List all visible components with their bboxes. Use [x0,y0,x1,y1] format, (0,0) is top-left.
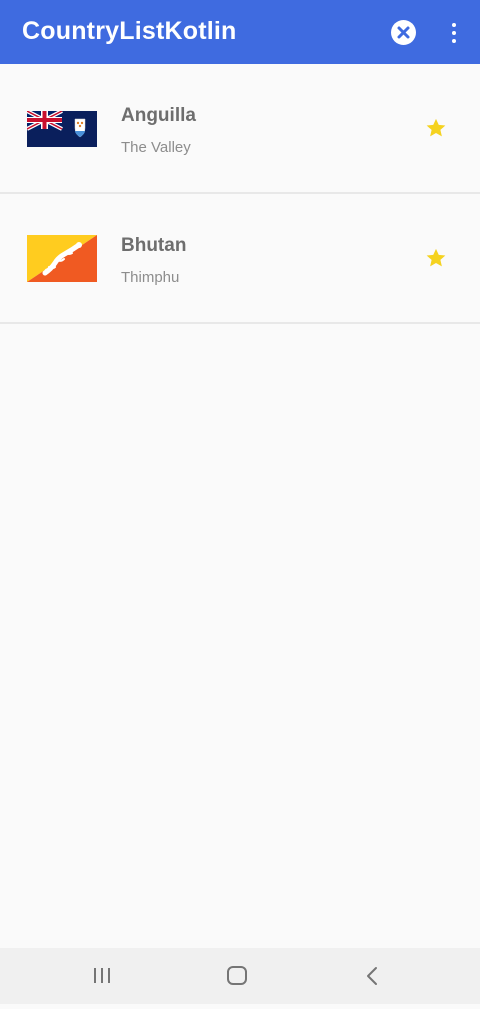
list-item[interactable]: Bhutan Thimphu [0,194,480,324]
country-name: Bhutan [121,235,187,256]
country-capital: Thimphu [121,269,180,286]
recents-icon[interactable] [82,956,122,996]
system-nav-bar [0,948,480,1004]
more-vert-icon[interactable] [440,18,468,48]
country-name: Anguilla [121,105,196,126]
home-icon[interactable] [217,956,257,996]
star-icon[interactable] [425,247,447,269]
app-screen: CountryListKotlin Anguilla The Valley Bh… [0,0,480,1009]
bhutan-flag-icon [27,235,97,282]
anguilla-flag-icon [27,111,97,147]
list-item[interactable]: Anguilla The Valley [0,64,480,194]
star-icon[interactable] [425,117,447,139]
country-capital: The Valley [121,139,191,156]
back-icon[interactable] [352,956,392,996]
app-bar: CountryListKotlin [0,0,480,64]
clear-circle-icon[interactable] [391,20,416,45]
app-title: CountryListKotlin [22,17,237,45]
country-list: Anguilla The Valley Bhutan Thimphu [0,64,480,324]
